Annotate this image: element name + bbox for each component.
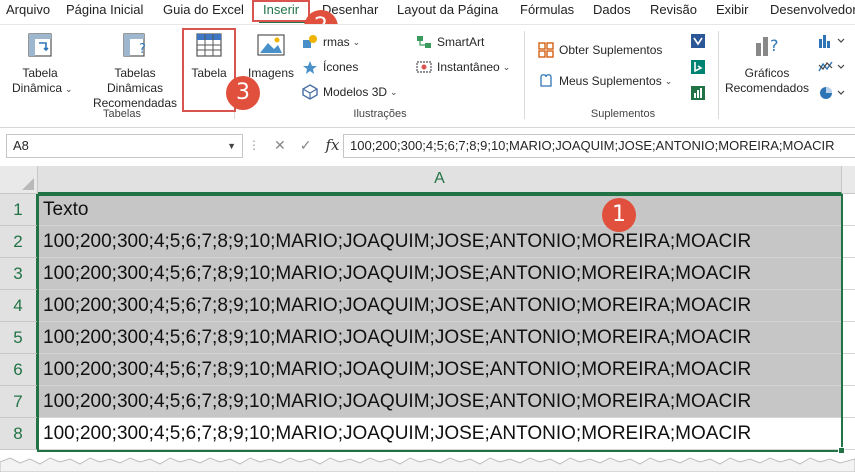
row-header[interactable]: 8 [0, 418, 38, 450]
group-separator [524, 31, 525, 119]
row-header[interactable]: 4 [0, 290, 38, 322]
row-header[interactable]: 5 [0, 322, 38, 354]
column-chart-icon[interactable] [818, 33, 848, 49]
column-header-b[interactable] [842, 166, 855, 194]
pivot-table-icon [28, 33, 52, 57]
row-header[interactable]: 2 [0, 226, 38, 258]
icons-icon [303, 61, 317, 74]
cell-a1[interactable]: Texto [38, 194, 842, 226]
chevron-down-icon: ⌄ [352, 36, 361, 47]
cell-a4[interactable]: 100;200;300;4;5;6;7;8;9;10;MARIO;JOAQUIM… [38, 290, 842, 322]
cell-b4[interactable] [842, 290, 855, 322]
picture-icon [257, 34, 285, 56]
tab-dados[interactable]: Dados [593, 2, 631, 17]
screenshot-button[interactable]: Instantâneo ⌄ [416, 58, 510, 76]
cell-b3[interactable] [842, 258, 855, 290]
cell-a3[interactable]: 100;200;300;4;5;6;7;8;9;10;MARIO;JOAQUIM… [38, 258, 842, 290]
pivot-table-button[interactable]: Tabela Dinâmica ⌄ [12, 31, 73, 97]
cell-b2[interactable] [842, 226, 855, 258]
store-icon [538, 42, 554, 58]
chevron-down-icon: ⌄ [390, 86, 398, 97]
highlight-inserir-tab [252, 0, 310, 22]
select-all-button[interactable] [0, 166, 38, 194]
recommended-pivot-icon: ? [123, 33, 146, 57]
svg-text:?: ? [770, 36, 779, 55]
recommended-pivot-label-1: Tabelas Dinâmicas [106, 66, 163, 95]
get-addins-button[interactable]: Obter Suplementos [538, 41, 662, 59]
pivot-table-label-2: Dinâmica ⌄ [12, 81, 73, 95]
select-all-triangle-icon [22, 178, 34, 190]
svg-text:?: ? [139, 42, 146, 57]
worksheet-grid: A 1 Texto 2 100;200;300;4;5;6;7;8;9;10;M… [0, 166, 855, 472]
torn-edge [0, 457, 855, 472]
bing-icon[interactable] [690, 59, 706, 75]
step-badge-1: 1 [602, 198, 636, 232]
3d-models-icon [302, 84, 318, 100]
formula-bar: A8 ▼ ⋮ ✕ ✓ fx 100;200;300;4;5;6;7;8;9;10… [0, 128, 855, 164]
fill-handle[interactable] [838, 447, 845, 454]
cell-b7[interactable] [842, 386, 855, 418]
recommended-charts-label-1: Gráficos [744, 66, 790, 80]
tab-guia-do-excel[interactable]: Guia do Excel [163, 2, 244, 17]
tab-arquivo[interactable]: Arquivo [6, 2, 50, 17]
cell-b1[interactable] [842, 194, 855, 226]
chevron-down-icon: ⌄ [65, 84, 73, 94]
name-box[interactable]: A8 ▼ [6, 134, 243, 158]
cell-b8[interactable] [842, 418, 855, 450]
row-header[interactable]: 6 [0, 354, 38, 386]
row-header[interactable]: 3 [0, 258, 38, 290]
my-addins-icon [540, 74, 552, 87]
chevron-down-icon: ⌄ [664, 75, 673, 86]
tab-layout-da-pagina[interactable]: Layout da Página [397, 2, 498, 17]
row-header[interactable]: 1 [0, 194, 38, 226]
insert-function-icon[interactable]: fx [325, 136, 339, 154]
cell-a6[interactable]: 100;200;300;4;5;6;7;8;9;10;MARIO;JOAQUIM… [38, 354, 842, 386]
recommended-pivot-button[interactable]: ? Tabelas Dinâmicas Recomendadas [86, 31, 184, 111]
smartart-icon [417, 36, 431, 48]
shapes-icon [303, 35, 317, 48]
group-separator [718, 31, 719, 119]
cell-a8-active[interactable]: 100;200;300;4;5;6;7;8;9;10;MARIO;JOAQUIM… [38, 418, 842, 450]
smartart-button[interactable]: SmartArt [416, 33, 484, 51]
chevron-down-icon[interactable]: ▼ [227, 135, 236, 157]
3d-models-button[interactable]: Modelos 3D ⌄ [302, 83, 398, 101]
step-badge-3: 3 [226, 76, 260, 110]
people-graph-icon[interactable] [690, 85, 706, 101]
cancel-icon[interactable]: ✕ [274, 137, 286, 154]
cell-a5[interactable]: 100;200;300;4;5;6;7;8;9;10;MARIO;JOAQUIM… [38, 322, 842, 354]
cell-a2[interactable]: 100;200;300;4;5;6;7;8;9;10;MARIO;JOAQUIM… [38, 226, 842, 258]
pie-chart-icon[interactable] [818, 85, 848, 101]
column-header-a[interactable]: A [38, 166, 842, 194]
chevron-down-icon: ⌄ [502, 61, 511, 72]
group-label-suplementos: Suplementos [590, 108, 656, 120]
recommended-charts-label-2: Recomendados [724, 81, 810, 95]
name-box-value: A8 [13, 138, 29, 153]
group-label-ilustracoes: Ilustrações [353, 108, 407, 120]
confirm-icon[interactable]: ✓ [300, 137, 312, 154]
formula-controls: ⋮ ✕ ✓ fx [248, 136, 339, 154]
shapes-button[interactable]: rmas ⌄ [302, 33, 360, 51]
tab-revisao[interactable]: Revisão [650, 2, 697, 17]
my-addins-button[interactable]: Meus Suplementos ⌄ [538, 72, 672, 90]
cell-a7[interactable]: 100;200;300;4;5;6;7;8;9;10;MARIO;JOAQUIM… [38, 386, 842, 418]
icons-button[interactable]: Ícones [302, 58, 358, 76]
tab-formulas[interactable]: Fórmulas [520, 2, 574, 17]
pivot-table-label-1: Tabela [22, 66, 58, 80]
tab-exibir[interactable]: Exibir [716, 2, 749, 17]
ribbon: Tabela Dinâmica ⌄ ? Tabelas Dinâmicas Rec… [0, 24, 855, 128]
formula-input[interactable]: 100;200;300;4;5;6;7;8;9;10;MARIO;JOAQUIM… [343, 134, 855, 158]
cell-b5[interactable] [842, 322, 855, 354]
screenshot-icon [416, 61, 432, 73]
more-options-icon: ⋮ [248, 138, 260, 152]
recommended-charts-icon: ? [756, 36, 779, 56]
ribbon-tabs: Arquivo Página Inicial Guia do Excel Ins… [0, 0, 855, 24]
pictures-button[interactable]: Imagens [246, 31, 296, 81]
line-chart-icon[interactable] [818, 59, 848, 75]
tab-pagina-inicial[interactable]: Página Inicial [66, 2, 143, 17]
cell-b6[interactable] [842, 354, 855, 386]
visio-icon[interactable] [690, 33, 706, 49]
recommended-charts-button[interactable]: ? Gráficos Recomendados [722, 31, 812, 96]
tab-desenvolvedor[interactable]: Desenvolvedor [770, 2, 855, 17]
row-header[interactable]: 7 [0, 386, 38, 418]
